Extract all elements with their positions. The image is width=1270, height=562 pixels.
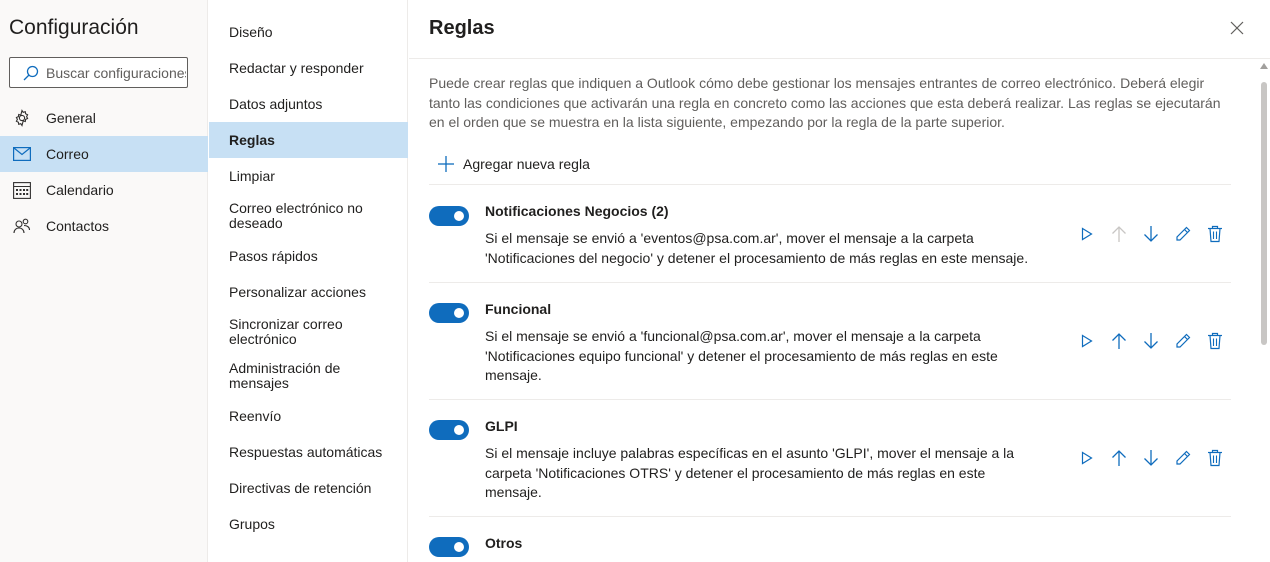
- add-rule-button[interactable]: Agregar nueva regla: [437, 152, 590, 176]
- move-down-button[interactable]: [1135, 446, 1167, 470]
- category-label: Contactos: [46, 218, 110, 234]
- category-label: Calendario: [46, 182, 114, 198]
- arrow-down-icon: [1144, 333, 1158, 349]
- gear-icon: [12, 108, 32, 128]
- menu-item-reglas[interactable]: Reglas: [209, 122, 408, 158]
- divider: [429, 399, 1231, 400]
- pencil-icon: [1176, 333, 1191, 348]
- category-mail[interactable]: Correo: [0, 136, 208, 172]
- run-rule-button[interactable]: [1071, 446, 1103, 470]
- menu-item-no-deseado[interactable]: Correo electrónico no deseado: [209, 196, 379, 236]
- rule-name: Notificaciones Negocios (2): [485, 203, 669, 219]
- category-calendar[interactable]: Calendario: [0, 172, 208, 208]
- edit-rule-button[interactable]: [1167, 222, 1199, 246]
- rule-toggle[interactable]: [429, 206, 469, 226]
- play-icon: [1081, 451, 1093, 465]
- pencil-icon: [1176, 226, 1191, 241]
- rule-name: GLPI: [485, 418, 518, 434]
- run-rule-button[interactable]: [1071, 329, 1103, 353]
- mail-settings-menu: Diseño Redactar y responder Datos adjunt…: [209, 0, 408, 562]
- rule-description: Si el mensaje incluye palabras específic…: [485, 445, 1015, 500]
- plus-icon: [438, 156, 454, 172]
- settings-search-box[interactable]: [9, 57, 188, 88]
- menu-item-limpiar[interactable]: Limpiar: [209, 158, 408, 194]
- settings-title: Configuración: [9, 16, 139, 39]
- menu-item-directivas[interactable]: Directivas de retención: [209, 470, 408, 506]
- menu-item-reenvio[interactable]: Reenvío: [209, 398, 408, 434]
- rule-actions: [1071, 329, 1231, 353]
- play-icon: [1081, 334, 1093, 348]
- scrollbar-thumb[interactable]: [1261, 82, 1267, 345]
- edit-rule-button[interactable]: [1167, 446, 1199, 470]
- pencil-icon: [1176, 450, 1191, 465]
- close-icon[interactable]: [1227, 18, 1247, 38]
- category-label: General: [46, 110, 96, 126]
- add-rule-label: Agregar nueva regla: [463, 156, 590, 172]
- delete-rule-button[interactable]: [1199, 446, 1231, 470]
- move-up-button[interactable]: [1103, 329, 1135, 353]
- rule-description: Si el mensaje se envió a 'eventos@psa.co…: [485, 230, 1029, 266]
- menu-item-sincronizar[interactable]: Sincronizar correo electrónico: [209, 312, 374, 352]
- menu-item-diseno[interactable]: Diseño: [209, 14, 408, 50]
- menu-item-adjuntos[interactable]: Datos adjuntos: [209, 86, 408, 122]
- divider: [429, 516, 1231, 517]
- calendar-icon: [12, 180, 32, 200]
- search-icon: [23, 65, 39, 80]
- menu-item-personalizar[interactable]: Personalizar acciones: [209, 274, 408, 310]
- rules-description: Puede crear reglas que indiquen a Outloo…: [429, 75, 1221, 130]
- settings-categories-pane: Configuración General Correo Calendario …: [0, 0, 208, 562]
- trash-icon: [1208, 449, 1222, 467]
- move-down-button[interactable]: [1135, 222, 1167, 246]
- rule-toggle[interactable]: [429, 420, 469, 440]
- arrow-down-icon: [1144, 450, 1158, 466]
- divider: [429, 184, 1231, 185]
- people-icon: [12, 216, 32, 236]
- header-divider: [409, 58, 1270, 59]
- search-input[interactable]: [46, 64, 186, 81]
- rule-actions: [1071, 446, 1231, 470]
- move-up-button[interactable]: [1103, 446, 1135, 470]
- category-label: Correo: [46, 146, 89, 162]
- menu-item-redactar[interactable]: Redactar y responder: [209, 50, 408, 86]
- edit-rule-button[interactable]: [1167, 329, 1199, 353]
- panel-title: Reglas: [429, 17, 495, 39]
- rule-toggle[interactable]: [429, 537, 469, 557]
- menu-item-pasos-rapidos[interactable]: Pasos rápidos: [209, 238, 408, 274]
- category-general[interactable]: General: [0, 100, 208, 136]
- menu-item-grupos[interactable]: Grupos: [209, 506, 408, 542]
- move-up-button[interactable]: [1103, 222, 1135, 246]
- delete-rule-button[interactable]: [1199, 329, 1231, 353]
- rule-toggle[interactable]: [429, 303, 469, 323]
- rules-panel: Reglas Puede crear reglas que indiquen a…: [409, 0, 1270, 562]
- rule-description: Si el mensaje se envió a 'funcional@psa.…: [485, 328, 998, 383]
- arrow-down-icon: [1144, 226, 1158, 242]
- arrow-up-icon: [1112, 226, 1126, 242]
- trash-icon: [1208, 225, 1222, 243]
- delete-rule-button[interactable]: [1199, 222, 1231, 246]
- menu-item-respuestas[interactable]: Respuestas automáticas: [209, 434, 408, 470]
- rule-actions: [1071, 222, 1231, 246]
- move-down-button[interactable]: [1135, 329, 1167, 353]
- category-contacts[interactable]: Contactos: [0, 208, 208, 244]
- menu-item-administracion[interactable]: Administración de mensajes: [209, 356, 369, 396]
- arrow-up-icon: [1112, 333, 1126, 349]
- arrow-up-icon: [1112, 450, 1126, 466]
- rule-name: Funcional: [485, 301, 552, 317]
- divider: [429, 282, 1231, 283]
- rule-name: Otros: [485, 535, 523, 551]
- play-icon: [1081, 227, 1093, 241]
- scrollbar[interactable]: [1258, 59, 1270, 562]
- run-rule-button[interactable]: [1071, 222, 1103, 246]
- trash-icon: [1208, 332, 1222, 350]
- mail-icon: [12, 144, 32, 164]
- scroll-up-icon[interactable]: [1260, 63, 1268, 69]
